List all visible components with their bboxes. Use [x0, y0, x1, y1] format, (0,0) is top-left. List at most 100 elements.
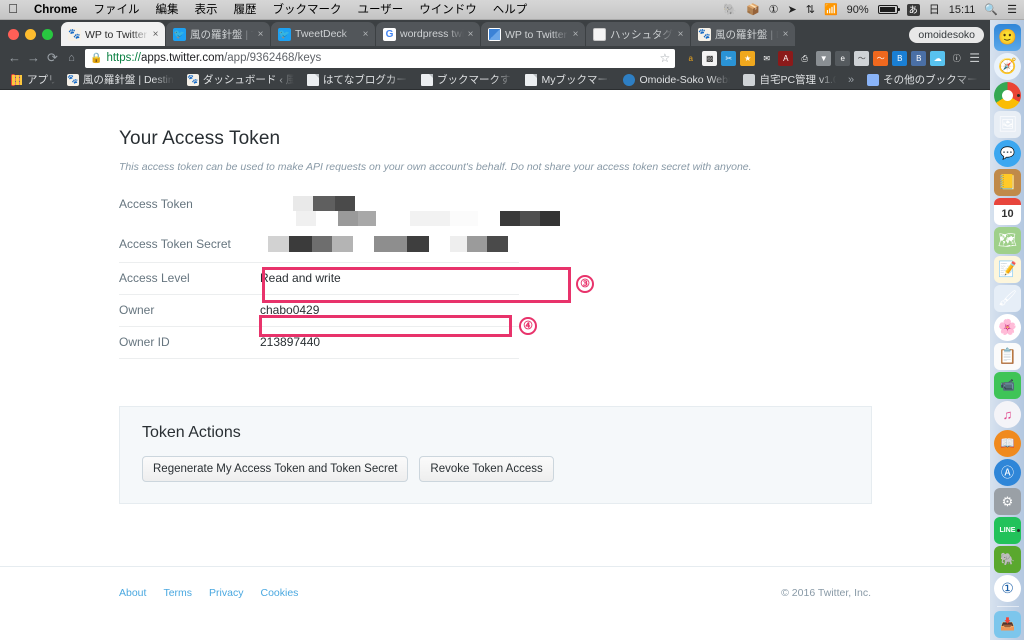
bookmark-add-bookmark[interactable]: ブックマークする [416, 71, 518, 88]
home-button[interactable]: ⌂ [62, 48, 81, 68]
dock-item-messages[interactable]: 💬 [994, 140, 1021, 167]
battery-icon[interactable] [877, 5, 900, 14]
dock-item-preview[interactable]: 🖌 [994, 285, 1021, 312]
page-description: This access token can be used to make AP… [119, 161, 752, 173]
menu-view[interactable]: 表示 [186, 0, 225, 20]
shield-extension-icon[interactable]: ▼ [816, 50, 832, 66]
bookmark-my-bookmark[interactable]: Myブックマーク [520, 71, 616, 88]
tab-close-icon[interactable]: × [465, 29, 476, 40]
tab-close-icon[interactable]: × [150, 29, 161, 40]
apple-menu-icon[interactable]:  [0, 2, 26, 17]
footer-link-terms[interactable]: Terms [163, 587, 192, 599]
clock[interactable]: 15:11 [949, 0, 976, 20]
shuttle-icon[interactable]: ➤ [788, 0, 797, 20]
tab-close-icon[interactable]: × [675, 29, 686, 40]
dropbox-icon[interactable]: 📦 [746, 0, 760, 20]
dock-item-chrome[interactable] [994, 82, 1021, 109]
bitly-extension-icon[interactable]: B [892, 50, 908, 66]
minimize-window-button[interactable] [25, 29, 36, 40]
notification-center-icon[interactable]: ☰ [1007, 0, 1017, 20]
buffer-extension-icon[interactable]: B [911, 50, 927, 66]
menu-file[interactable]: ファイル [85, 0, 147, 20]
bookmark-omoide-soko-webmaster[interactable]: Omoide-Soko Webma... [618, 73, 736, 87]
wifi-icon[interactable]: 📶 [824, 0, 838, 20]
bookmark-kaze-destination[interactable]: 風の羅針盤 | Destinati... [62, 71, 180, 88]
dock-item-maps[interactable]: 🗺 [994, 227, 1021, 254]
tab-close-icon[interactable]: × [255, 29, 266, 40]
regenerate-token-button[interactable]: Regenerate My Access Token and Token Sec… [142, 456, 409, 482]
qrcode-extension-icon[interactable]: ▩ [702, 50, 718, 66]
footer-link-about[interactable]: About [119, 587, 146, 599]
print-extension-icon[interactable]: ⎙ [797, 50, 813, 66]
menu-history[interactable]: 履歴 [225, 0, 264, 20]
address-bar[interactable]: 🔒 https:// apps.twitter.com /app/9362468… [85, 48, 676, 68]
menu-help[interactable]: ヘルプ [485, 0, 536, 20]
dock-item-notes[interactable]: 📝 [994, 256, 1021, 283]
dock-item-itunes[interactable]: ♫ [994, 401, 1021, 428]
tab-tweetdeck[interactable]: TweetDeck × [271, 22, 375, 46]
tab-wp-to-twitter-plugin[interactable]: WP to Twitterプラ... × [481, 22, 585, 46]
tab-close-icon[interactable]: × [360, 29, 371, 40]
dock-item-photos[interactable]: 🌸 [994, 314, 1021, 341]
sync-icon[interactable]: ⇅ [806, 0, 815, 20]
pdf-extension-icon[interactable]: A [778, 50, 794, 66]
chart-extension-icon[interactable]: 〜 [873, 50, 889, 66]
tab-wordpress-twitter-search[interactable]: wordpress twitter × [376, 22, 480, 46]
scissors-extension-icon[interactable]: ✂ [721, 50, 737, 66]
bookmark-hatena-blogcard[interactable]: はてなブログカード [302, 71, 414, 88]
dock-item-ibooks[interactable]: 📖 [994, 430, 1021, 457]
tab-kaze-no-rashinban-destination[interactable]: 風の羅針盤 | Desti... × [691, 22, 795, 46]
dock-item-line[interactable]: LINE [994, 517, 1021, 544]
spotlight-search-icon[interactable]: 🔍 [984, 0, 998, 20]
detail-row-access-token: Access Token [119, 189, 560, 233]
forward-button[interactable]: → [24, 48, 43, 68]
analytics-extension-icon[interactable]: 〜 [854, 50, 870, 66]
menu-chrome[interactable]: Chrome [26, 0, 85, 20]
dock-item-reminders[interactable]: 📋 [994, 343, 1021, 370]
dock-item-app-store[interactable]: Ⓐ [994, 459, 1021, 486]
evernote-icon[interactable]: 🐘 [723, 0, 737, 20]
amazon-extension-icon[interactable]: a [683, 50, 699, 66]
bookmarks-overflow-icon[interactable]: » [844, 74, 858, 86]
dock-item-evernote[interactable]: 🐘 [994, 546, 1021, 573]
tab-hashtag-article[interactable]: ハッシュタグ付きで... × [586, 22, 690, 46]
chrome-menu-icon[interactable]: ☰ [964, 50, 985, 66]
profile-chip[interactable]: omoidesoko [909, 27, 984, 43]
menu-window[interactable]: ウインドウ [411, 0, 485, 20]
dock-item-safari[interactable]: 🧭 [994, 53, 1021, 80]
dock-item-finder[interactable]: 🙂 [994, 24, 1021, 51]
footer-link-privacy[interactable]: Privacy [209, 587, 243, 599]
dock-item-contacts[interactable]: 📒 [994, 169, 1021, 196]
tab-close-icon[interactable]: × [780, 29, 791, 40]
dock-item-calendar[interactable]: 10 [994, 198, 1021, 225]
bookmark-star-icon[interactable]: ☆ [653, 51, 670, 65]
info-extension-icon[interactable]: ⓘ [949, 50, 965, 66]
footer-link-cookies[interactable]: Cookies [260, 587, 298, 599]
dock-item-downloads-folder[interactable]: 📥 [994, 611, 1021, 638]
dock-item-photos-legacy[interactable]: 🖼 [994, 111, 1021, 138]
revoke-token-button[interactable]: Revoke Token Access [419, 456, 554, 482]
reload-button[interactable]: ⟳ [43, 48, 62, 68]
back-button[interactable]: ← [5, 48, 24, 68]
tab-kaze-no-rashinban-twitter[interactable]: 風の羅針盤 | Twitter × [166, 22, 270, 46]
menu-user[interactable]: ユーザー [349, 0, 411, 20]
cloud-extension-icon[interactable]: ☁ [930, 50, 946, 66]
bookmark-other-bookmarks-folder[interactable]: その他のブックマーク [862, 71, 984, 88]
menu-bookmarks[interactable]: ブックマーク [264, 0, 349, 20]
close-window-button[interactable] [8, 29, 19, 40]
tab-close-icon[interactable]: × [570, 29, 581, 40]
bookmark-dashboard[interactable]: ダッシュボード ‹ 風の羅... [182, 71, 300, 88]
evernote-clipper-icon[interactable]: e [835, 50, 851, 66]
onepassword-icon[interactable]: ① [769, 0, 779, 20]
dock-item-system-preferences[interactable]: ⚙ [994, 488, 1021, 515]
bookmark-apps[interactable]: アプリ [6, 71, 60, 88]
zoom-window-button[interactable] [42, 29, 53, 40]
dock-item-onepassword[interactable]: ① [994, 575, 1021, 602]
menu-edit[interactable]: 編集 [147, 0, 186, 20]
input-method-icon[interactable]: あ [906, 3, 920, 16]
dock-item-facetime[interactable]: 📹 [994, 372, 1021, 399]
star-extension-icon[interactable]: ★ [740, 50, 756, 66]
tab-wp-to-twitter-settings[interactable]: WP to Twitter ‹ 風... × [61, 22, 165, 46]
bookmark-home-pc-admin[interactable]: 自宅PC管理 v1.00 [738, 71, 842, 88]
mail-extension-icon[interactable]: ✉ [759, 50, 775, 66]
